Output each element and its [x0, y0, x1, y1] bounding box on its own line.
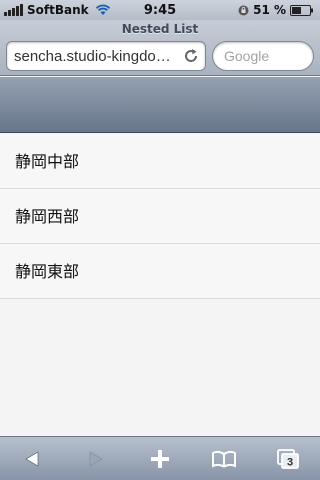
wifi-icon — [95, 4, 110, 15]
browser-bar: Nested List sencha.studio-kingdo… Google — [0, 20, 320, 76]
back-arrow-icon — [25, 450, 39, 467]
signal-bars-icon — [4, 4, 23, 16]
forward-arrow-icon — [89, 450, 103, 467]
back-button[interactable] — [10, 437, 54, 480]
battery-icon — [290, 4, 313, 16]
app-toolbar — [0, 77, 320, 133]
list-item[interactable]: 静岡東部 — [0, 244, 320, 299]
search-input[interactable]: Google — [212, 41, 314, 71]
bookmarks-button[interactable] — [202, 437, 246, 480]
nested-list: 静岡中部 静岡西部 静岡東部 — [0, 134, 320, 299]
forward-button[interactable] — [74, 437, 118, 480]
rotation-lock-icon — [238, 5, 249, 15]
browser-toolbar: 3 — [0, 436, 320, 480]
bookmarks-icon — [212, 450, 236, 468]
tabs-icon: 3 — [277, 448, 299, 469]
tabs-count: 3 — [287, 456, 293, 468]
reload-icon[interactable] — [183, 48, 199, 64]
url-field[interactable]: sencha.studio-kingdo… — [6, 41, 206, 71]
page-title: Nested List — [121, 22, 199, 36]
battery-percent: 51 % — [253, 3, 286, 17]
url-text: sencha.studio-kingdo… — [14, 47, 171, 65]
carrier-name: SoftBank — [27, 3, 89, 17]
tabs-button[interactable]: 3 — [266, 437, 310, 480]
add-button[interactable] — [138, 437, 182, 480]
status-bar: SoftBank 9:45 51 % — [0, 0, 320, 20]
list-item[interactable]: 静岡中部 — [0, 134, 320, 189]
list-item[interactable]: 静岡西部 — [0, 189, 320, 244]
search-placeholder: Google — [224, 48, 270, 64]
plus-icon — [151, 449, 169, 468]
